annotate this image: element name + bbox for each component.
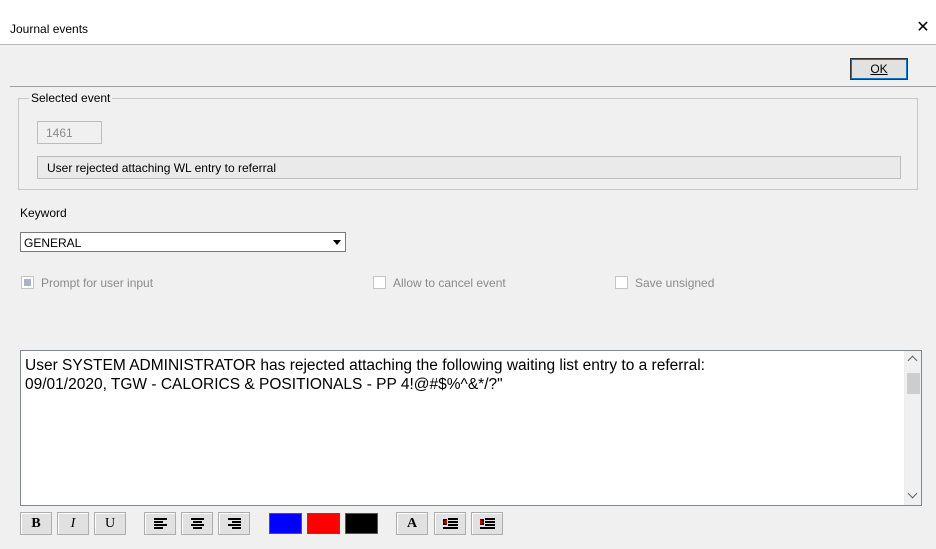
scroll-thumb[interactable] xyxy=(907,373,920,394)
checkbox-label: Prompt for user input xyxy=(41,276,154,290)
scroll-down-icon[interactable] xyxy=(907,488,918,499)
align-left-icon xyxy=(154,518,167,529)
decrease-indent-button[interactable] xyxy=(434,512,466,535)
toolbar: OK xyxy=(10,45,936,87)
align-right-button[interactable] xyxy=(218,512,250,535)
title-bar: Journal events ✕ xyxy=(0,0,936,45)
vertical-scrollbar[interactable] xyxy=(904,351,921,505)
keyword-dropdown[interactable]: GENERAL xyxy=(20,232,346,252)
scroll-up-icon[interactable] xyxy=(907,355,918,366)
blue-color-button[interactable] xyxy=(269,513,302,534)
checkbox-label: Save unsigned xyxy=(635,276,715,290)
selected-event-legend: Selected event xyxy=(29,91,113,105)
red-color-button[interactable] xyxy=(307,513,340,534)
font-button[interactable]: A xyxy=(396,512,428,535)
align-right-icon xyxy=(228,518,241,529)
chevron-down-icon[interactable] xyxy=(333,240,341,245)
editor-content[interactable]: User SYSTEM ADMINISTRATOR has rejected a… xyxy=(25,356,895,394)
align-center-icon xyxy=(191,518,204,529)
journal-text-editor[interactable]: User SYSTEM ADMINISTRATOR has rejected a… xyxy=(20,350,922,506)
ok-button-label: OK xyxy=(870,62,888,76)
event-id-field: 1461 xyxy=(37,121,102,144)
black-color-button[interactable] xyxy=(345,513,378,534)
keyword-value: GENERAL xyxy=(24,236,82,250)
checkbox-box[interactable] xyxy=(21,276,34,289)
increase-indent-icon xyxy=(480,517,495,530)
keyword-label: Keyword xyxy=(20,206,67,220)
italic-button[interactable]: I xyxy=(57,512,89,535)
checkbox-label: Allow to cancel event xyxy=(393,276,506,290)
selected-event-group: Selected event 1461 User rejected attach… xyxy=(18,91,918,190)
close-icon[interactable]: ✕ xyxy=(914,17,932,36)
checkbox-box[interactable] xyxy=(615,276,628,289)
ok-button[interactable]: OK xyxy=(850,58,908,80)
window-title: Journal events xyxy=(10,22,89,36)
align-left-button[interactable] xyxy=(144,512,176,535)
decrease-indent-icon xyxy=(443,517,458,530)
event-description-field: User rejected attaching WL entry to refe… xyxy=(37,156,901,179)
increase-indent-button[interactable] xyxy=(471,512,503,535)
underline-button[interactable]: U xyxy=(94,512,126,535)
align-center-button[interactable] xyxy=(181,512,213,535)
bold-button[interactable]: B xyxy=(20,512,52,535)
checkbox-box[interactable] xyxy=(373,276,386,289)
